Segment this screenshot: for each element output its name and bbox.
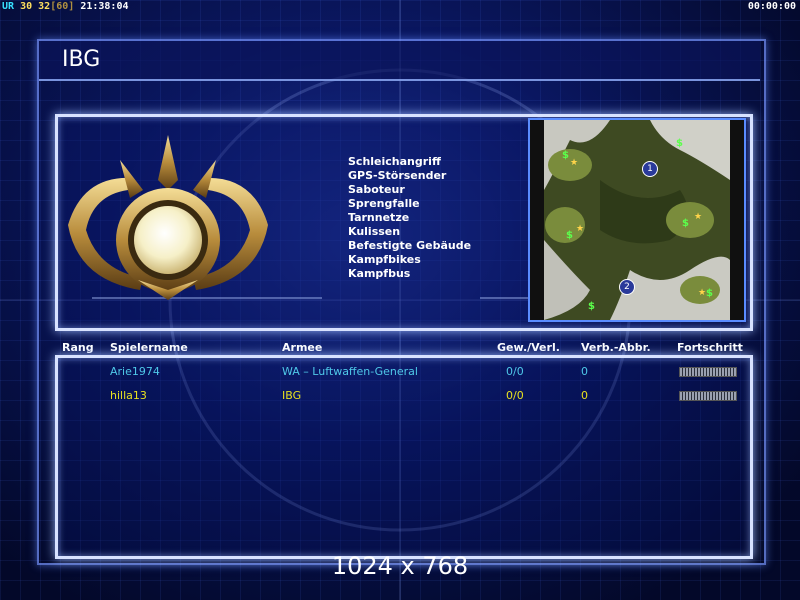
feature-item: Kampfbus (348, 267, 411, 280)
player-name: hilla13 (110, 389, 147, 402)
feature-item: Saboteur (348, 183, 405, 196)
player-win-loss: 0/0 (506, 365, 524, 378)
player-win-loss: 0/0 (506, 389, 524, 402)
feature-item: Sprengfalle (348, 197, 420, 210)
title-bar (39, 41, 760, 81)
header-win-loss: Gew./Verl. (497, 341, 560, 354)
supply-dollar-icon: $ (706, 288, 713, 299)
player-disconnects: 0 (581, 389, 588, 402)
hud-tag-60: [60] (50, 1, 75, 12)
map-preview: 1 2 $ $ $ $ $ $ ★ ★ ★ ★ (528, 118, 746, 322)
feature-item: Kampfbikes (348, 253, 421, 266)
panel-divider-right (480, 297, 528, 299)
feature-item: Befestigte Gebäude (348, 239, 472, 252)
hud-clock: 21:38:04 (80, 1, 129, 12)
supply-dollar-icon: $ (562, 150, 569, 161)
feature-item: Schleichangriff (348, 155, 441, 168)
feature-item: GPS-Störsender (348, 169, 447, 182)
progress-bar (679, 391, 737, 401)
page-title: IBG (62, 47, 101, 72)
army-emblem-icon (68, 135, 268, 300)
player-name: Arie1974 (110, 365, 160, 378)
hud-tag-30: 30 (20, 1, 33, 12)
feature-item: Kulissen (348, 225, 401, 238)
resolution-label: 1024 x 768 (331, 552, 469, 580)
table-row[interactable]: Arie1974 WA – Luftwaffen-General 0/0 0 (0, 365, 800, 379)
oil-derrick-icon: ★ (576, 224, 585, 234)
supply-dollar-icon: $ (676, 138, 683, 149)
oil-derrick-icon: ★ (698, 288, 707, 298)
supply-dollar-icon: $ (566, 230, 573, 241)
header-army: Armee (282, 341, 323, 354)
table-row[interactable]: hilla13 IBG 0/0 0 (0, 389, 800, 403)
hud-tag-32: 32 (38, 1, 51, 12)
army-features-list: Schleichangriff GPS-Störsender Saboteur … (348, 155, 471, 281)
player-list-panel (55, 355, 753, 559)
oil-derrick-icon: ★ (694, 212, 703, 222)
start-position-1-icon: 1 (642, 161, 658, 177)
hud-timer: 00:00:00 (747, 1, 796, 12)
header-disconnects: Verb.-Abbr. (581, 341, 651, 354)
hud-tag-ur: UR (2, 1, 15, 12)
supply-dollar-icon: $ (588, 301, 595, 312)
player-army: IBG (282, 389, 302, 402)
header-rank: Rang (62, 341, 94, 354)
supply-dollar-icon: $ (682, 218, 689, 229)
header-player-name: Spielername (110, 341, 188, 354)
oil-derrick-icon: ★ (570, 158, 579, 168)
header-progress: Fortschritt (677, 341, 743, 354)
hud-status: UR 30 32[60] 21:38:04 (2, 0, 129, 14)
player-disconnects: 0 (581, 365, 588, 378)
start-position-2-icon: 2 (619, 279, 635, 295)
player-army: WA – Luftwaffen-General (282, 365, 418, 378)
feature-item: Tarnnetze (348, 211, 410, 224)
progress-bar (679, 367, 737, 377)
